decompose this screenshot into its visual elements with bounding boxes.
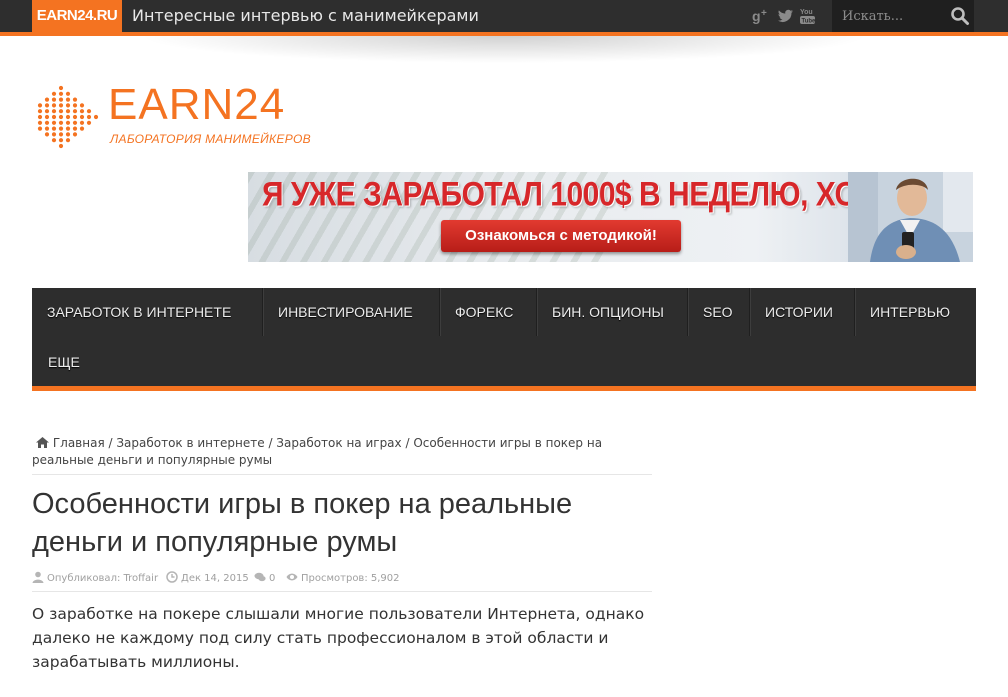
post-date-text: Дек 14, 2015 <box>181 573 249 584</box>
logo-tagline: ЛАБОРАТОРИЯ МАНИМЕЙКЕРОВ <box>110 132 311 146</box>
logo-name: EARN24 <box>108 80 286 129</box>
banner-person-image <box>848 172 973 262</box>
nav-separator <box>854 288 856 336</box>
nav-item-investing[interactable]: ИНВЕСТИРОВАНИЕ <box>278 288 413 336</box>
banner-headline: Я УЖЕ ЗАРАБОТАЛ 1000$ В НЕДЕЛЮ, ХОЧЕШЬ И… <box>262 175 973 214</box>
breadcrumb-home[interactable]: Главная <box>53 436 105 450</box>
google-plus-icon[interactable]: g + <box>751 6 771 26</box>
breadcrumb-divider <box>32 474 652 475</box>
breadcrumb-level1[interactable]: Заработок в интернете <box>116 436 264 450</box>
search-input[interactable] <box>842 0 942 32</box>
ad-banner[interactable]: Я УЖЕ ЗАРАБОТАЛ 1000$ В НЕДЕЛЮ, ХОЧЕШЬ И… <box>248 172 973 262</box>
nav-item-earnings[interactable]: ЗАРАБОТОК В ИНТЕРНЕТЕ <box>47 288 231 336</box>
logo-dots-icon <box>37 85 99 149</box>
breadcrumb-level2[interactable]: Заработок на играх <box>276 436 401 450</box>
post-date: Дек 14, 2015 <box>166 571 249 587</box>
nav-separator <box>687 288 689 336</box>
user-icon <box>32 571 44 583</box>
post-views-text: Просмотров: 5,902 <box>301 573 400 584</box>
nav-separator <box>749 288 751 336</box>
post-title: Особенности игры в покер на реальные ден… <box>32 488 573 558</box>
post-author-text: Опубликовал: Troffair <box>47 573 159 584</box>
meta-divider <box>32 591 652 592</box>
breadcrumb-separator: / <box>104 436 117 450</box>
svg-text:You: You <box>800 9 813 16</box>
svg-text:+: + <box>761 8 767 19</box>
post-views: Просмотров: 5,902 <box>286 571 400 587</box>
post-author[interactable]: Опубликовал: Troffair <box>32 571 158 587</box>
top-bar-shadow <box>0 36 1008 72</box>
post-comments[interactable]: 0 <box>254 571 275 587</box>
post-comments-count: 0 <box>269 573 276 584</box>
post-intro: О заработке на покере слышали многие пол… <box>32 605 645 671</box>
main-nav: ЗАРАБОТОК В ИНТЕРНЕТЕ ИНВЕСТИРОВАНИЕ ФОР… <box>32 288 976 386</box>
breadcrumb-separator: / <box>401 436 414 450</box>
svg-text:Tube: Tube <box>802 19 817 25</box>
twitter-icon[interactable] <box>775 6 795 26</box>
site-logo[interactable]: EARN24 ЛАБОРАТОРИЯ МАНИМЕЙКЕРОВ <box>36 80 311 152</box>
search-icon[interactable] <box>950 6 970 26</box>
nav-item-interviews[interactable]: ИНТЕРВЬЮ <box>870 288 950 336</box>
nav-item-stories[interactable]: ИСТОРИИ <box>765 288 833 336</box>
nav-separator <box>262 288 264 336</box>
nav-item-binary-options[interactable]: БИН. ОПЦИОНЫ <box>552 288 664 336</box>
site-badge[interactable]: EARN24.RU <box>32 0 122 32</box>
main-nav-accent <box>32 386 976 391</box>
news-ticker[interactable]: Интересные интервью с манимейкерами <box>132 0 479 32</box>
home-icon[interactable] <box>36 437 49 448</box>
svg-text:g: g <box>752 8 761 24</box>
clock-icon <box>166 571 178 583</box>
banner-cta-button[interactable]: Ознакомься с методикой! <box>441 220 681 252</box>
nav-separator <box>536 288 538 336</box>
nav-item-more[interactable]: ЕЩЕ <box>48 338 80 386</box>
breadcrumb: Главная / Заработок в интернете / Зарабо… <box>32 435 652 469</box>
top-bar: EARN24.RU Интересные интервью с манимейк… <box>0 0 1008 32</box>
eye-icon <box>286 573 298 581</box>
youtube-icon[interactable]: You Tube <box>798 6 818 26</box>
nav-item-seo[interactable]: SEO <box>703 288 733 336</box>
comments-icon <box>254 572 266 582</box>
nav-separator <box>439 288 441 336</box>
breadcrumb-separator: / <box>264 436 277 450</box>
search-box <box>832 0 974 32</box>
nav-item-forex[interactable]: ФОРЕКС <box>455 288 513 336</box>
